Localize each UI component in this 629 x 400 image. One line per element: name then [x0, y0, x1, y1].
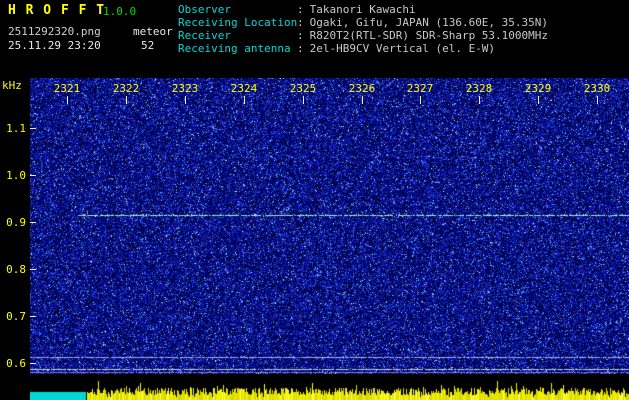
app-version: 1.0.0: [103, 5, 137, 18]
info-label: Observer: [178, 3, 231, 16]
time-label: 2329: [524, 82, 552, 95]
time-tick: [303, 96, 304, 104]
time-label: 2328: [465, 82, 493, 95]
time-tick: [479, 96, 480, 104]
output-filename: 2511292320.png: [8, 25, 101, 38]
info-value: 2el-HB9CV Vertical (el. E-W): [309, 42, 496, 55]
info-value: R820T2(RTL-SDR) SDR-Sharp 53.1000MHz: [309, 29, 549, 42]
freq-tick: [30, 128, 36, 129]
spectrogram-noise-canvas: [30, 78, 629, 374]
info-colon: :: [297, 42, 304, 55]
time-label: 2326: [348, 82, 376, 95]
spectrogram: kHz 2321 2322 2323 2324 2325 2326 2327 2328 2329…: [0, 78, 629, 400]
info-label: Receiving antenna: [178, 42, 291, 55]
app-title: H R O F F T: [8, 3, 106, 18]
info-row-receiver: Receiver: R820T2(RTL-SDR) SDR-Sharp 53.10…: [178, 29, 548, 42]
info-colon: :: [297, 29, 304, 42]
freq-label: 0.9: [6, 216, 26, 229]
info-row-antenna: Receiving antenna:2el-HB9CV Vertical (el…: [178, 42, 548, 55]
time-tick: [126, 96, 127, 104]
info-colon: :: [297, 16, 304, 29]
time-label: 2322: [112, 82, 140, 95]
time-tick: [185, 96, 186, 104]
time-tick: [420, 96, 421, 104]
info-row-observer: Observer: Takanori Kawachi: [178, 3, 548, 16]
info-row-location: Receiving Location: Ogaki, Gifu, JAPAN (1…: [178, 16, 548, 29]
time-label: 2323: [171, 82, 199, 95]
freq-label: 0.8: [6, 263, 26, 276]
freq-tick: [30, 175, 36, 176]
info-colon: :: [297, 3, 304, 16]
info-label: Receiving Location: [178, 16, 298, 29]
freq-label: 1.1: [6, 122, 26, 135]
time-tick: [538, 96, 539, 104]
observation-datetime: 25.11.29 23:20: [8, 39, 101, 52]
info-value: Takanori Kawachi: [309, 3, 416, 16]
freq-tick: [30, 269, 36, 270]
hrofft-screenshot: H R O F F T 1.0.0 2511292320.png meteor …: [0, 0, 629, 400]
time-tick: [597, 96, 598, 104]
freq-tick: [30, 316, 36, 317]
freq-label: 1.0: [6, 169, 26, 182]
time-label: 2321: [53, 82, 81, 95]
time-label: 2330: [583, 82, 611, 95]
mode-label: meteor: [133, 25, 173, 38]
time-label: 2327: [406, 82, 434, 95]
freq-unit-label: kHz: [2, 79, 22, 92]
time-tick: [244, 96, 245, 104]
time-tick: [67, 96, 68, 104]
header: H R O F F T 1.0.0 2511292320.png meteor …: [0, 0, 629, 78]
freq-label: 0.6: [6, 357, 26, 370]
info-value: Ogaki, Gifu, JAPAN (136.60E, 35.35N): [309, 16, 549, 29]
echo-count: 52: [141, 39, 155, 52]
freq-label: 0.7: [6, 310, 26, 323]
time-label: 2325: [289, 82, 317, 95]
freq-tick: [30, 222, 36, 223]
noise-meter-canvas: [30, 374, 629, 400]
info-label: Receiver: [178, 29, 231, 42]
time-label: 2324: [230, 82, 258, 95]
freq-tick: [30, 363, 36, 364]
time-tick: [362, 96, 363, 104]
station-info: Observer: Takanori Kawachi Receiving Loca…: [178, 3, 548, 55]
